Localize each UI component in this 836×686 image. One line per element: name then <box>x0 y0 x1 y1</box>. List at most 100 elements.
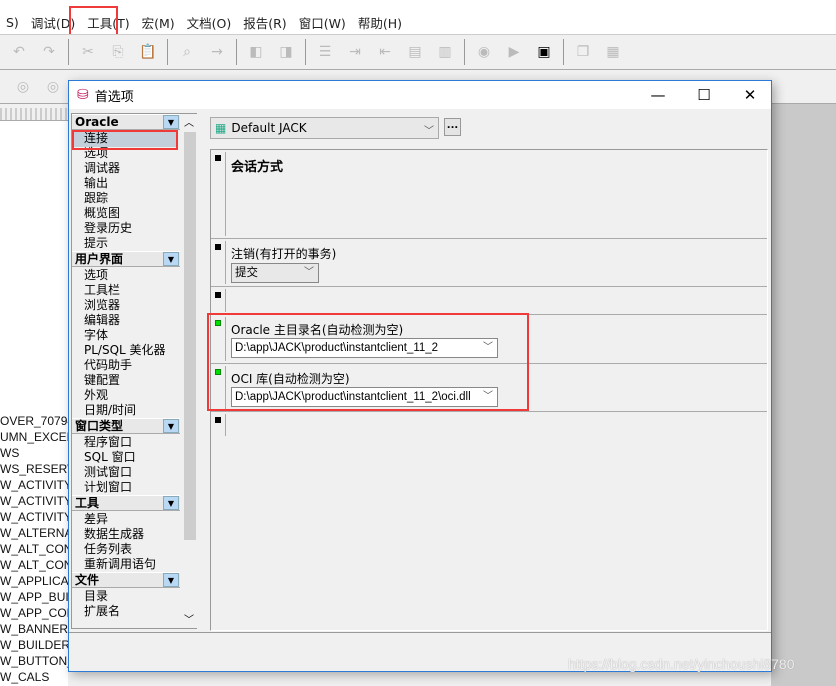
connect-icon[interactable]: ◎ <box>10 76 36 98</box>
object-list-item[interactable]: W_APP_BUIL <box>0 590 75 604</box>
highlight-box <box>72 130 178 150</box>
nav-item[interactable]: 字体 <box>84 328 108 343</box>
nav-item[interactable]: PL/SQL 美化器 <box>84 343 166 358</box>
nav-item[interactable]: 日期/时间 <box>84 403 136 418</box>
profile-select[interactable]: ▦ Default JACK ﹀ <box>210 117 439 139</box>
nav-item[interactable]: 调试器 <box>84 161 120 176</box>
menu-report[interactable]: 报告(R) <box>237 13 292 32</box>
object-list-item[interactable]: W_BUILDER_ <box>0 638 77 652</box>
object-list-item[interactable]: W_APP_COM <box>0 606 77 620</box>
nav-item[interactable]: 编辑器 <box>84 313 120 328</box>
record-macro-icon[interactable]: ◉ <box>471 41 497 63</box>
object-list-item[interactable]: WS_RESERV <box>0 462 75 476</box>
collapse-icon[interactable]: ▼ <box>163 496 179 510</box>
object-list-item[interactable]: OVER_70794 <box>0 414 74 428</box>
nav-group-header[interactable]: 窗口类型 ▼ <box>72 418 180 434</box>
nav-group-header[interactable]: 工具 ▼ <box>72 495 180 511</box>
scroll-up-icon[interactable]: ︿ <box>184 114 194 129</box>
minimize-button[interactable]: — <box>635 81 681 109</box>
nav-item[interactable]: 选项 <box>84 268 108 283</box>
collapse-icon[interactable]: ▼ <box>163 419 179 433</box>
nav-item[interactable]: 任务列表 <box>84 542 132 557</box>
nav-item[interactable]: 提示 <box>84 236 108 251</box>
nav-item[interactable]: 代码助手 <box>84 358 132 373</box>
copy-icon[interactable]: ⎘ <box>105 41 131 63</box>
menu-macro[interactable]: 宏(M) <box>136 13 181 32</box>
object-list-item[interactable]: W_BANNER <box>0 622 68 636</box>
object-list-item[interactable]: W_ACTIVITY_ <box>0 478 79 492</box>
cascade-icon[interactable]: ❐ <box>570 41 596 63</box>
section-logoff: 注销(有打开的事务) 提交 ﹀ <box>211 239 767 287</box>
nav-item[interactable]: 计划窗口 <box>84 480 132 495</box>
preferences-icon: ⛁ <box>77 87 89 103</box>
load-icon[interactable]: ◧ <box>243 41 269 63</box>
uncomment-icon[interactable]: ▥ <box>432 41 458 63</box>
section-empty <box>211 287 767 315</box>
nav-item[interactable]: 登录历史 <box>84 221 132 236</box>
object-list-item[interactable]: W_BUTTON_ <box>0 654 74 668</box>
nav-group-label: 窗口类型 <box>75 419 124 433</box>
nav-item[interactable]: 数据生成器 <box>84 527 144 542</box>
object-list-item[interactable]: W_ACTIVITY_ <box>0 494 79 508</box>
menu-document[interactable]: 文档(O) <box>181 13 238 32</box>
collapse-icon[interactable]: ▼ <box>163 115 179 129</box>
indent-icon[interactable]: ⇥ <box>342 41 368 63</box>
nav-item[interactable]: 重新调用语句 <box>84 557 156 572</box>
find-next-icon[interactable]: → <box>204 41 230 63</box>
find-icon[interactable]: ⌕ <box>174 41 200 63</box>
preferences-content: ▦ Default JACK ﹀ ... 会话方式 注销(有打开的事务) 提交 ﹀… <box>201 109 773 631</box>
nav-item[interactable]: 外观 <box>84 388 108 403</box>
paste-icon[interactable]: 📋 <box>135 41 161 63</box>
menu-help[interactable]: 帮助(H) <box>352 13 408 32</box>
menu-window[interactable]: 窗口(W) <box>293 13 352 32</box>
logoff-value: 提交 <box>235 267 258 279</box>
profile-value: Default JACK <box>231 121 307 135</box>
menubar: S) 调试(D) 工具(T) 宏(M) 文档(O) 报告(R) 窗口(W) 帮助… <box>0 10 836 34</box>
nav-group-header[interactable]: 用户界面 ▼ <box>72 251 180 267</box>
dialog-titlebar: ⛁ 首选项 — ☐ ✕ <box>69 81 771 109</box>
scroll-down-icon[interactable]: ﹀ <box>184 611 194 626</box>
play-macro-icon[interactable]: ▶ <box>501 41 527 63</box>
object-list-item[interactable]: W_APPLICAT <box>0 574 75 588</box>
macro-library-icon[interactable]: ▣ <box>531 41 557 63</box>
nav-item[interactable]: 键配置 <box>84 373 120 388</box>
nav-item[interactable]: 概览图 <box>84 206 120 221</box>
nav-item[interactable]: 测试窗口 <box>84 465 132 480</box>
nav-group-header[interactable]: Oracle ▼ <box>72 114 180 130</box>
toolbar: ↶ ↷ ✂ ⎘ 📋 ⌕ → ◧ ◨ ☰ ⇥ ⇤ ▤ ▥ ◉ ▶ ▣ ❐ ▦ <box>0 34 836 70</box>
nav-item[interactable]: 目录 <box>84 589 108 604</box>
bullet-icon <box>215 417 221 423</box>
nav-item[interactable]: 差异 <box>84 512 108 527</box>
splitter[interactable] <box>0 108 68 120</box>
close-button[interactable]: ✕ <box>727 81 773 109</box>
nav-item[interactable]: 跟踪 <box>84 191 108 206</box>
unindent-icon[interactable]: ⇤ <box>372 41 398 63</box>
collapse-icon[interactable]: ▼ <box>163 252 179 266</box>
cut-icon[interactable]: ✂ <box>75 41 101 63</box>
logoff-select[interactable]: 提交 ﹀ <box>231 263 319 283</box>
object-list-item[interactable]: W_ACTIVITY_ <box>0 510 79 524</box>
scrollbar-thumb[interactable] <box>184 132 196 540</box>
maximize-button[interactable]: ☐ <box>681 81 727 109</box>
collapse-icon[interactable]: ▼ <box>163 573 179 587</box>
save-icon[interactable]: ◨ <box>273 41 299 63</box>
object-list-item[interactable]: W_CALS <box>0 670 49 684</box>
nav-item[interactable]: 扩展名 <box>84 604 120 619</box>
object-list-item[interactable]: WS <box>0 446 19 460</box>
nav-group-header[interactable]: 文件 ▼ <box>72 572 180 588</box>
menu-session[interactable]: S) <box>0 15 25 30</box>
doc-icon[interactable]: ☰ <box>312 41 338 63</box>
nav-item[interactable]: 程序窗口 <box>84 435 132 450</box>
redo-icon[interactable]: ↷ <box>36 41 62 63</box>
profile-more-button[interactable]: ... <box>444 118 461 136</box>
comment-icon[interactable]: ▤ <box>402 41 428 63</box>
tile-icon[interactable]: ▦ <box>600 41 626 63</box>
nav-item[interactable]: 浏览器 <box>84 298 120 313</box>
undo-icon[interactable]: ↶ <box>6 41 32 63</box>
watermark: https://blog.csdn.net/yinchoushi8780 <box>568 656 795 672</box>
nav-item[interactable]: SQL 窗口 <box>84 450 136 465</box>
nav-item[interactable]: 工具栏 <box>84 283 120 298</box>
sql-icon[interactable]: ◎ <box>40 76 66 98</box>
nav-item[interactable]: 输出 <box>84 176 108 191</box>
highlight-box <box>207 313 529 411</box>
